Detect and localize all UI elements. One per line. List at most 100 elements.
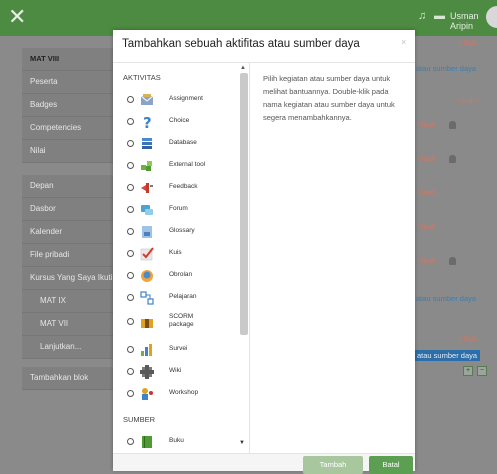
sidebar-item-my-courses[interactable]: Kursus Yang Saya Ikuti bbox=[22, 267, 120, 290]
radio-button[interactable] bbox=[127, 368, 134, 375]
radio-button[interactable] bbox=[127, 346, 134, 353]
sidebar-item-calendar[interactable]: Kalender bbox=[22, 221, 120, 244]
option-label: SCORM package bbox=[169, 313, 194, 328]
option-scorm[interactable]: SCORM package bbox=[113, 309, 237, 337]
option-external-tool[interactable]: External tool bbox=[113, 155, 237, 177]
quiz-icon bbox=[140, 247, 154, 261]
add-button[interactable]: Tambah bbox=[303, 456, 363, 474]
radio-button[interactable] bbox=[127, 184, 134, 191]
person-icon[interactable] bbox=[448, 121, 456, 130]
person-icon[interactable] bbox=[448, 155, 456, 164]
option-glossary[interactable]: Glossary bbox=[113, 221, 237, 243]
sidebar-item-more[interactable]: Lanjutkan... bbox=[22, 336, 120, 359]
navigation-block: Depan Dasbor Kalender File pribadi Kursu… bbox=[22, 175, 120, 359]
option-chat[interactable]: Obrolan bbox=[113, 265, 237, 287]
radio-button[interactable] bbox=[127, 228, 134, 235]
option-wiki[interactable]: Wiki bbox=[113, 361, 237, 383]
glossary-icon bbox=[142, 226, 152, 238]
option-choice[interactable]: ? Choice bbox=[113, 111, 237, 133]
add-block-button[interactable]: Tambahkan blok bbox=[22, 367, 120, 390]
add-activity-link[interactable]: atau sumber daya bbox=[416, 64, 476, 73]
radio-button[interactable] bbox=[127, 272, 134, 279]
notification-icon[interactable]: ♫ bbox=[418, 10, 428, 22]
radio-button[interactable] bbox=[127, 250, 134, 257]
option-quiz[interactable]: Kuis bbox=[113, 243, 237, 265]
workshop-icon bbox=[142, 388, 153, 400]
person-icon[interactable] bbox=[448, 257, 456, 266]
sidebar-item-course[interactable]: MAT VIII bbox=[22, 48, 120, 71]
survey-icon bbox=[141, 344, 152, 356]
option-label: Assignment bbox=[169, 95, 203, 102]
chat-icon bbox=[141, 270, 153, 282]
option-book[interactable]: Buku bbox=[113, 431, 237, 453]
expand-icon[interactable]: + bbox=[463, 366, 473, 376]
sidebar-item-dashboard[interactable]: Dasbor bbox=[22, 198, 120, 221]
cancel-button[interactable]: Batal bbox=[369, 456, 413, 474]
option-label: Database bbox=[169, 139, 197, 146]
assignment-icon bbox=[140, 94, 154, 105]
sidebar-item-badges[interactable]: Badges bbox=[22, 94, 120, 117]
radio-button[interactable] bbox=[127, 438, 134, 445]
edit-menu[interactable]: Ubah - bbox=[418, 188, 441, 197]
sidebar-item-home[interactable]: Depan bbox=[22, 175, 120, 198]
sidebar-item-mat-ix[interactable]: MAT IX bbox=[22, 290, 120, 313]
option-forum[interactable]: Forum bbox=[113, 199, 237, 221]
option-label: Forum bbox=[169, 205, 188, 212]
edit-menu[interactable]: Ubah - bbox=[457, 96, 480, 105]
sidebar-item-private-files[interactable]: File pribadi bbox=[22, 244, 120, 267]
radio-button[interactable] bbox=[127, 206, 134, 213]
option-feedback[interactable]: Feedback bbox=[113, 177, 237, 199]
sidebar: MAT VIII Peserta Badges Competencies Nil… bbox=[22, 48, 120, 396]
add-activity-link-highlighted[interactable]: atau sumber daya bbox=[414, 350, 481, 361]
edit-menu[interactable]: Ubah - bbox=[418, 154, 456, 164]
close-icon[interactable]: × bbox=[401, 37, 406, 47]
radio-button[interactable] bbox=[127, 294, 134, 301]
option-assignment[interactable]: Assignment bbox=[113, 89, 237, 111]
edit-menu[interactable]: Ubah - bbox=[460, 334, 483, 343]
edit-menu[interactable]: Ubah - bbox=[418, 256, 456, 266]
collapse-icon[interactable]: − bbox=[477, 366, 487, 376]
message-icon[interactable]: ▬ bbox=[434, 10, 445, 22]
sidebar-item-competencies[interactable]: Competencies bbox=[22, 117, 120, 140]
option-workshop[interactable]: Workshop bbox=[113, 383, 237, 405]
option-label: Obrolan bbox=[169, 271, 193, 278]
edit-menu[interactable]: Ubah - bbox=[460, 38, 483, 47]
radio-button[interactable] bbox=[127, 390, 134, 397]
scrollbar-thumb[interactable] bbox=[240, 73, 248, 335]
sidebar-item-grades[interactable]: Nilai bbox=[22, 140, 120, 163]
sidebar-item-mat-vii[interactable]: MAT VII bbox=[22, 313, 120, 336]
category-resources: SUMBER bbox=[123, 415, 156, 424]
option-label: Choice bbox=[169, 117, 190, 124]
option-label: Feedback bbox=[169, 183, 198, 190]
radio-button[interactable] bbox=[127, 118, 134, 125]
scroll-up-icon[interactable]: ▲ bbox=[240, 65, 246, 71]
forum-icon bbox=[141, 205, 153, 215]
database-icon bbox=[142, 138, 152, 149]
help-description: Pilih kegiatan atau sumber daya untuk me… bbox=[263, 74, 395, 122]
radio-button[interactable] bbox=[127, 318, 134, 325]
scroll-down-icon[interactable]: ▼ bbox=[239, 440, 245, 446]
close-icon[interactable]: ✕ bbox=[8, 5, 26, 30]
option-label: Kuis bbox=[169, 249, 182, 256]
course-admin-block: MAT VIII Peserta Badges Competencies Nil… bbox=[22, 48, 120, 163]
radio-button[interactable] bbox=[127, 96, 134, 103]
radio-button[interactable] bbox=[127, 162, 134, 169]
option-lesson[interactable]: Pelajaran bbox=[113, 287, 237, 309]
edit-menu[interactable]: Ubah - bbox=[418, 120, 456, 130]
add-activity-link[interactable]: atau sumber daya bbox=[416, 294, 476, 303]
svg-text:?: ? bbox=[143, 114, 152, 130]
wiki-icon bbox=[140, 365, 154, 379]
edit-menu[interactable]: Ubah - bbox=[418, 222, 441, 231]
option-label: External tool bbox=[169, 161, 206, 168]
option-database[interactable]: Database bbox=[113, 133, 237, 155]
category-activities: AKTIVITAS bbox=[123, 73, 161, 82]
activity-chooser-list[interactable]: AKTIVITAS Assignment ? Choice Database E… bbox=[113, 63, 250, 453]
book-icon bbox=[142, 436, 152, 448]
option-survey[interactable]: Survei bbox=[113, 339, 237, 361]
sidebar-item-participants[interactable]: Peserta bbox=[22, 71, 120, 94]
radio-button[interactable] bbox=[127, 140, 134, 147]
option-label: Survei bbox=[169, 345, 188, 352]
external-tool-icon bbox=[141, 161, 152, 171]
add-block-block: Tambahkan blok bbox=[22, 367, 120, 390]
choice-icon: ? bbox=[143, 114, 152, 130]
